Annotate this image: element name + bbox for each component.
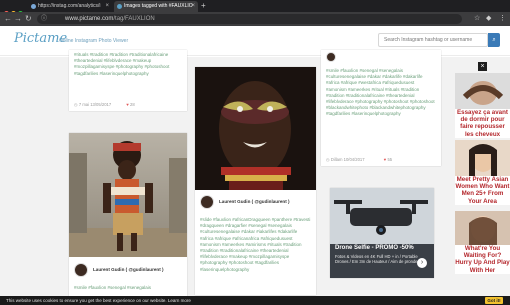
tab-favicon-icon xyxy=(31,4,36,9)
post-author[interactable]: Laurent Gudin ( @gudinlaurent ) xyxy=(219,199,290,204)
ad-image xyxy=(455,140,510,176)
browser-titlebar: https://instag.com/analytics/i × Images … xyxy=(0,0,510,16)
ad-text[interactable]: Meet Pretty Asian Women Who Want Men 25+… xyxy=(455,176,510,205)
drone-ad-subtitle: Fotos & Videos en 4K Full HD + in / Port… xyxy=(335,254,418,264)
new-tab-icon[interactable]: + xyxy=(201,0,206,12)
browser-tab-analytics[interactable]: https://instag.com/analytics/i × xyxy=(28,1,112,12)
info-icon[interactable]: ⓘ xyxy=(41,13,47,25)
extension-icon[interactable]: ◆ xyxy=(486,13,491,25)
tab-title: Images tagged with #FAUXLIO xyxy=(124,3,193,9)
post-meta: ◷ Dillam 10/04/2017 ♥ 55 xyxy=(326,157,392,162)
avatar[interactable] xyxy=(200,195,214,209)
post-tags[interactable]: #slide #fauxlion #africanDragqueen #pant… xyxy=(195,215,316,275)
post-likes: 55 xyxy=(387,157,393,162)
cookie-banner: This website uses cookies to ensure you … xyxy=(0,296,510,305)
site-tagline: Online Instagram Photo Viewer xyxy=(59,38,129,44)
ad-close-icon[interactable]: × xyxy=(478,62,487,71)
bookmark-star-icon[interactable]: ☆ xyxy=(474,13,480,25)
cookie-text[interactable]: This website uses cookies to ensure you … xyxy=(6,296,191,305)
ad-unit[interactable]: Meet Pretty Asian Women Who Want Men 25+… xyxy=(455,140,510,205)
search-button[interactable]: ⌕ xyxy=(488,33,500,47)
avatar[interactable] xyxy=(74,263,88,277)
forward-icon[interactable]: → xyxy=(14,13,22,25)
ad-text[interactable]: Essayez ça avant de dormir pour faire re… xyxy=(455,109,510,138)
ad-text[interactable]: What're You Waiting For? Hurry Up And Pl… xyxy=(455,245,510,274)
post-date: 7 mai 13/05/2017 xyxy=(78,102,112,107)
ad-image xyxy=(455,73,510,109)
ad-unit[interactable]: What're You Waiting For? Hurry Up And Pl… xyxy=(455,211,510,274)
post-card[interactable]: Laurent Gudin ( @gudinlaurent ) #smile #… xyxy=(69,133,187,298)
url-field[interactable]: ⓘ www.pictame.com/tag/FAUXLION xyxy=(37,14,462,24)
search-input[interactable]: Search Instagram hashtag or username xyxy=(378,33,488,47)
post-likes: 28 xyxy=(130,102,135,107)
drone-ad-title[interactable]: Drone Selfie - PROMO -50% xyxy=(335,245,414,251)
tab-title: https://instag.com/analytics/i xyxy=(38,3,101,9)
post-tags[interactable]: #rituals #tradition #tradition #traditio… xyxy=(69,50,187,79)
post-tags[interactable]: #smile #fauxlion #senegal #senegalais xyxy=(69,283,187,293)
clock-icon: ◷ xyxy=(74,102,78,107)
clock-icon: ◷ xyxy=(326,157,330,162)
search-icon: ⌕ xyxy=(492,37,496,43)
post-card[interactable]: #smile #fauxlion #senegal #senegalais #c… xyxy=(321,50,441,166)
ad-image xyxy=(455,211,510,245)
close-tab-icon[interactable]: × xyxy=(191,1,195,12)
browser-tab-pictame[interactable]: Images tagged with #FAUXLIO × xyxy=(114,1,198,12)
tab-favicon-icon xyxy=(117,4,122,9)
ad-unit[interactable]: Essayez ça avant de dormir pour faire re… xyxy=(455,73,510,138)
drone-photo[interactable] xyxy=(330,188,434,244)
post-photo[interactable] xyxy=(195,67,316,190)
post-card[interactable]: Laurent Gudin ( @gudinlaurent ) #slide #… xyxy=(195,67,316,295)
post-card[interactable]: #rituals #tradition #tradition #traditio… xyxy=(69,50,187,111)
url-path: /tag/FAUXLION xyxy=(113,16,155,22)
post-meta: ◷ 7 mai 13/05/2017 ♥ 28 xyxy=(74,102,135,107)
menu-icon[interactable]: ⋮ xyxy=(499,13,506,25)
reload-icon[interactable]: ↻ xyxy=(25,13,32,25)
heart-icon[interactable]: ♥ xyxy=(384,157,387,162)
post-photo[interactable] xyxy=(69,133,187,257)
url-host: www.pictame.com xyxy=(65,16,114,22)
back-icon[interactable]: ← xyxy=(4,13,12,25)
close-tab-icon[interactable]: × xyxy=(105,1,109,12)
address-bar: ← → ↻ ⓘ www.pictame.com/tag/FAUXLION ☆ ◆… xyxy=(0,12,510,26)
post-tags[interactable]: #smile #fauxlion #senegal #senegalais #c… xyxy=(321,66,441,120)
post-author[interactable]: Laurent Gudin ( @gudinlaurent ) xyxy=(93,267,164,272)
heart-icon[interactable]: ♥ xyxy=(126,102,129,107)
avatar[interactable] xyxy=(326,52,336,62)
ad-next-icon[interactable]: › xyxy=(417,258,427,268)
cookie-accept-button[interactable]: Got it! xyxy=(485,297,503,304)
post-date: Dillam 10/04/2017 xyxy=(330,157,365,162)
